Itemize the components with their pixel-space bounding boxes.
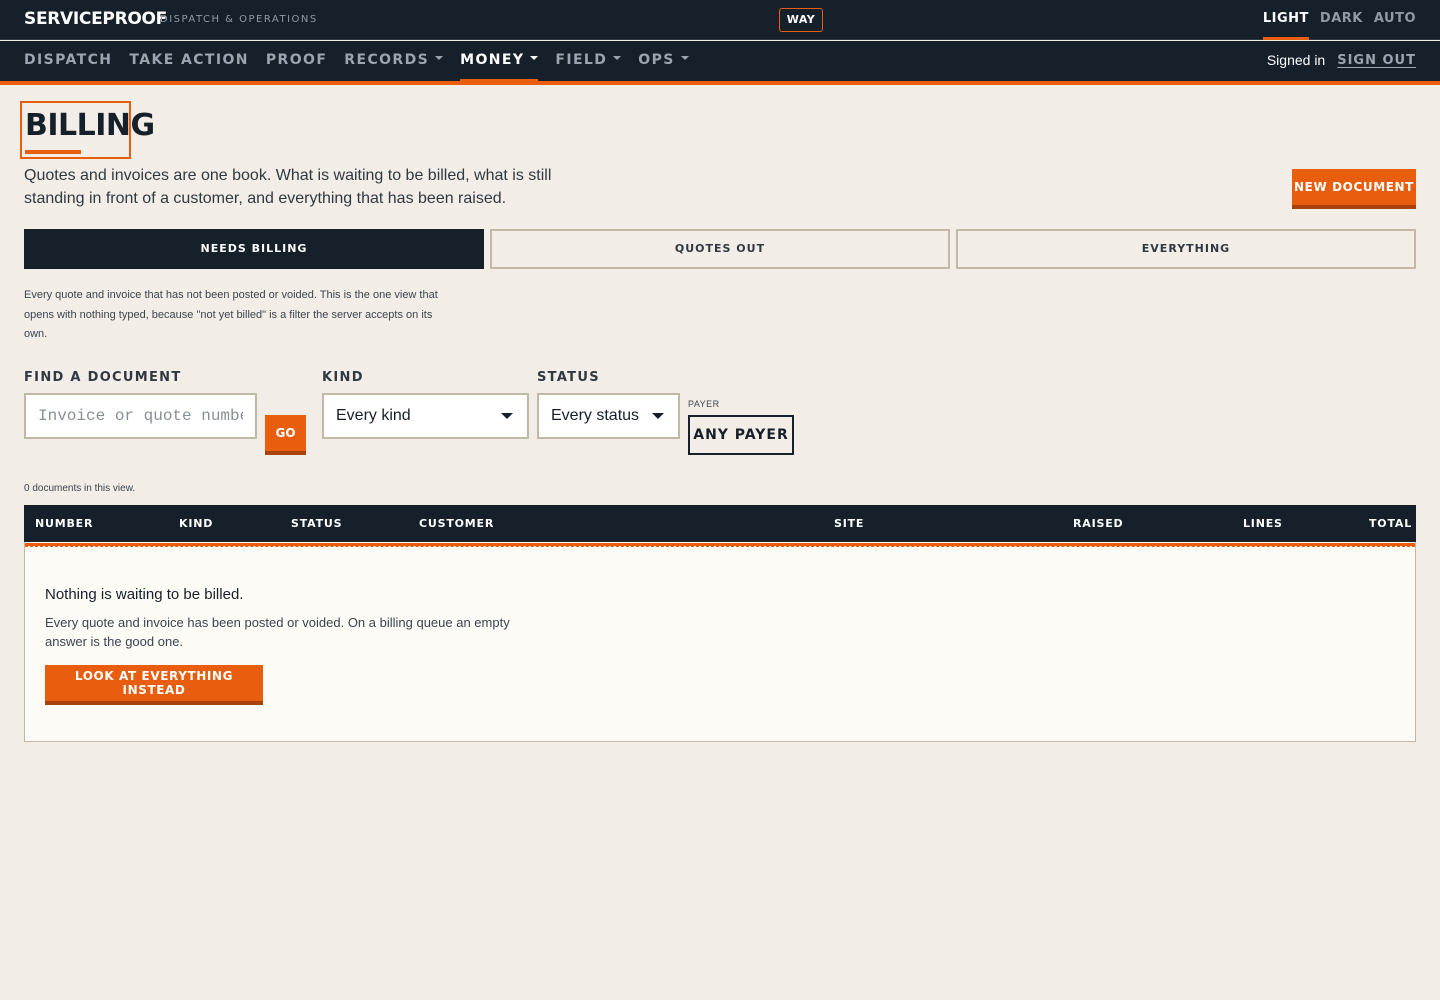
new-document-button[interactable]: NEW DOCUMENT <box>1292 169 1416 209</box>
page-intro: Quotes and invoices are one book. What i… <box>24 167 552 207</box>
status-select-value: Every status <box>551 407 640 424</box>
find-document-label: FIND A DOCUMENT <box>24 370 182 385</box>
nav-item-money[interactable]: MONEY <box>460 41 539 83</box>
nav-item-records[interactable]: RECORDS <box>344 41 444 81</box>
document-count: 0 documents in this view. <box>24 483 136 494</box>
look-at-everything-button[interactable]: LOOK AT EVERYTHING INSTEAD <box>45 665 263 705</box>
nav-item-label: DISPATCH <box>24 52 113 68</box>
chevron-down-icon <box>652 413 664 419</box>
tab-everything[interactable]: EVERYTHING <box>956 229 1416 269</box>
chevron-down-icon <box>530 56 539 60</box>
payer-label: PAYER <box>688 399 720 409</box>
nav-item-label: OPS <box>638 52 675 68</box>
tab-description: Every quote and invoice that has not bee… <box>24 289 438 340</box>
empty-state-title: Nothing is waiting to be billed. <box>45 586 244 603</box>
column-header-total[interactable]: TOTAL <box>1369 505 1412 542</box>
kind-select-value: Every kind <box>336 407 411 424</box>
kind-select[interactable]: Every kind <box>322 393 529 439</box>
table-header: NUMBER KIND STATUS CUSTOMER SITE RAISED … <box>24 505 1416 542</box>
nav-item-proof[interactable]: PROOF <box>266 41 327 81</box>
column-header-lines[interactable]: LINES <box>1243 505 1283 542</box>
signed-in-status: Signed in <box>1266 52 1326 68</box>
user-area: Signed in SIGN OUT <box>1267 52 1416 68</box>
top-bar: SERVICEPROOF DISPATCH & OPERATIONS WAY L… <box>0 0 1440 40</box>
sign-out-link[interactable]: SIGN OUT <box>1337 53 1416 68</box>
status-label: STATUS <box>537 370 600 385</box>
theme-auto[interactable]: AUTO <box>1374 11 1416 40</box>
way-badge[interactable]: WAY <box>779 8 823 32</box>
chevron-down-icon <box>680 56 689 60</box>
title-underline <box>25 150 81 154</box>
header-dashed-rule <box>25 546 1415 547</box>
column-header-raised[interactable]: RAISED <box>1073 505 1123 542</box>
tab-quotes-out[interactable]: QUOTES OUT <box>490 229 950 269</box>
main-nav: DISPATCH TAKE ACTION PROOF RECORDS MONEY… <box>0 41 1440 85</box>
chevron-down-icon <box>501 413 513 419</box>
column-header-customer[interactable]: CUSTOMER <box>419 505 494 542</box>
go-button[interactable]: GO <box>265 415 306 455</box>
document-search-input[interactable] <box>24 393 257 439</box>
nav-item-take-action[interactable]: TAKE ACTION <box>129 41 248 81</box>
theme-switch: LIGHT DARK AUTO <box>1262 11 1416 40</box>
nav-item-label: TAKE ACTION <box>129 52 249 68</box>
nav-item-label: FIELD <box>555 52 608 68</box>
page-title-box: BILLING <box>20 101 155 159</box>
theme-light[interactable]: LIGHT <box>1262 11 1309 40</box>
theme-dark[interactable]: DARK <box>1320 11 1363 40</box>
nav-item-dispatch[interactable]: DISPATCH <box>24 41 112 81</box>
column-header-site[interactable]: SITE <box>834 505 864 542</box>
chevron-down-icon <box>435 56 444 60</box>
brand-logo[interactable]: SERVICEPROOF <box>24 9 167 29</box>
documents-table: NUMBER KIND STATUS CUSTOMER SITE RAISED … <box>24 505 1416 742</box>
nav-item-ops[interactable]: OPS <box>638 41 689 81</box>
brand-subtitle: DISPATCH & OPERATIONS <box>160 14 318 25</box>
status-select[interactable]: Every status <box>537 393 680 439</box>
any-payer-button[interactable]: ANY PAYER <box>688 415 794 455</box>
chevron-down-icon <box>613 56 622 60</box>
nav-item-label: MONEY <box>460 52 525 68</box>
tab-needs-billing[interactable]: NEEDS BILLING <box>24 229 484 269</box>
column-header-status[interactable]: STATUS <box>291 505 342 542</box>
page-title: BILLING <box>25 108 155 143</box>
nav-item-label: RECORDS <box>344 52 430 68</box>
kind-label: KIND <box>322 370 364 385</box>
empty-state-text: Every quote and invoice has been posted … <box>45 615 510 649</box>
view-tabs: NEEDS BILLING QUOTES OUT EVERYTHING <box>24 229 1416 269</box>
column-header-kind[interactable]: KIND <box>179 505 213 542</box>
nav-item-field[interactable]: FIELD <box>555 41 622 81</box>
column-header-number[interactable]: NUMBER <box>35 505 93 542</box>
nav-item-label: PROOF <box>265 52 328 68</box>
